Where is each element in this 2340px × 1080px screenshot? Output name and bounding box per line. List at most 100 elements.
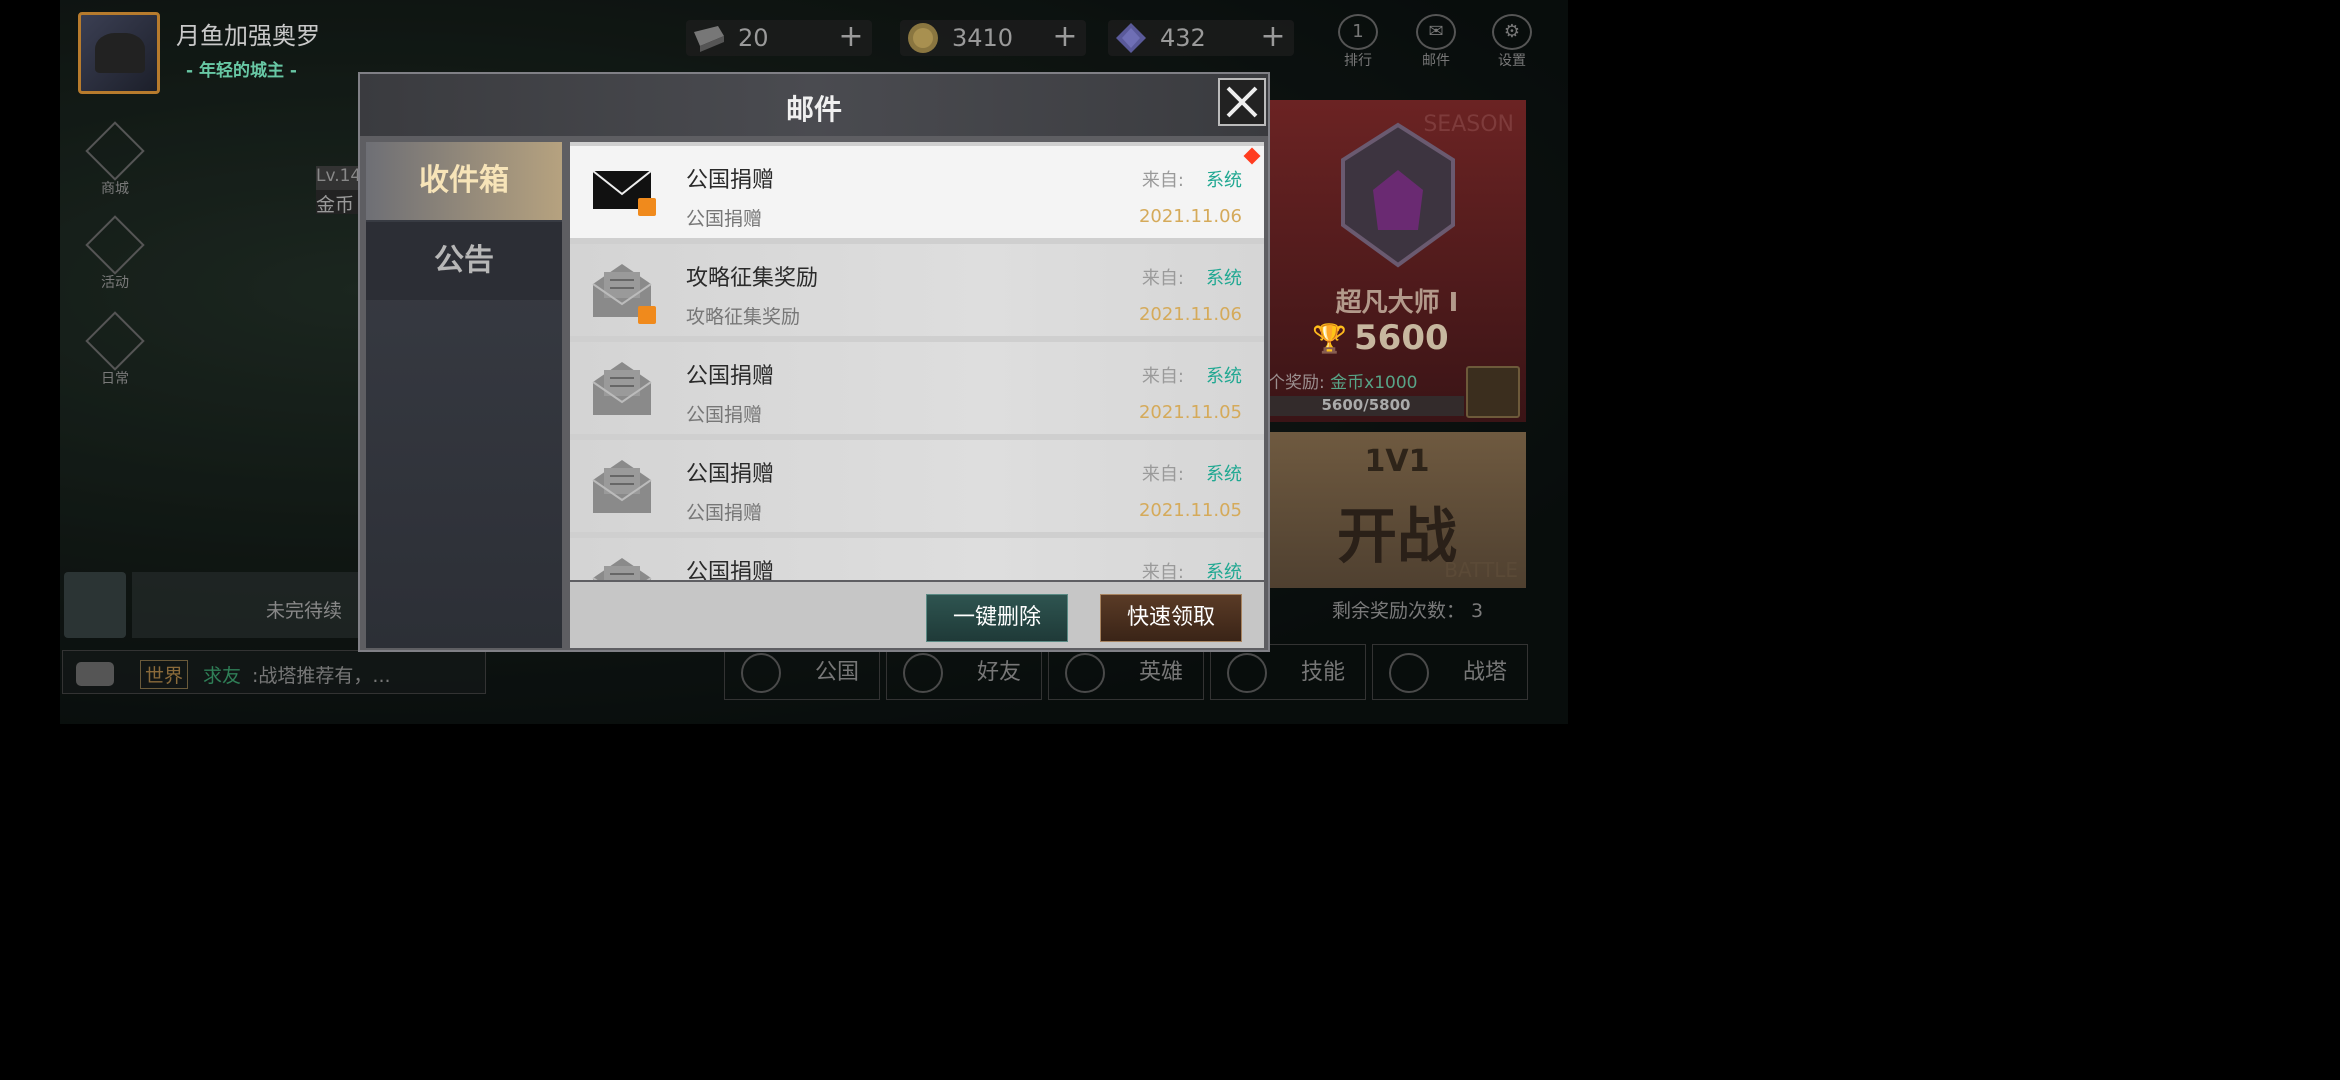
gold-label: 金币 [316,190,360,214]
player-avatar[interactable] [78,12,160,94]
tab-announcements[interactable]: 公告 [366,222,562,300]
mail-list[interactable]: 公国捐赠 公国捐赠 来自: 系统 2021.11.06 攻略征集奖励 攻略征集奖… [570,142,1264,580]
mail-info: 公国捐赠 公国捐赠 来自: 系统 2021.11.06 [676,146,1264,238]
task-text: 未完待续 [266,600,343,622]
mail-icon: ✉ [1416,14,1456,50]
shop-button[interactable]: 商城 [84,121,146,198]
mail-subtitle: 公国捐赠 [686,404,763,426]
close-icon [1226,86,1258,118]
mail-sender: 系统 [1206,562,1242,580]
season-progress: 5600/5800 [1268,396,1464,416]
skills-icon [1227,653,1267,693]
mail-from-label: 来自: [1141,562,1184,580]
mail-date: 2021.11.05 [1138,500,1242,521]
battle-mode: 1V1 [1364,444,1430,479]
activity-label: 活动 [101,275,129,291]
resource-gold: 3410 + [900,20,1086,56]
mail-item[interactable]: 公国捐赠 公国捐赠 来自: 系统 2021.11.05 [570,342,1264,434]
next-reward-value: 金币x1000 [1330,373,1418,393]
mail-subtitle: 公国捐赠 [686,502,763,524]
battle-button[interactable]: 1V1 开战 BATTLE [1268,432,1526,588]
mail-title: 公国捐赠 [686,560,775,580]
open-envelope-icon [592,460,652,513]
mail-sender: 系统 [1206,170,1242,191]
rank-icon: 1 [1338,14,1378,50]
mail-envelope [570,440,670,532]
add-diamond-button[interactable]: + [1258,22,1288,53]
activity-button[interactable]: 活动 [84,215,146,292]
tower-icon [1389,653,1429,693]
nav-friends-label: 好友 [976,660,1021,685]
rank-score: 5600 [1354,318,1449,358]
task-icon[interactable] [64,572,126,638]
nav-heroes-label: 英雄 [1138,660,1183,685]
next-reward: 个奖励: 金币x1000 [1268,368,1417,393]
mail-info: 公国捐赠 来自: 系统 [676,538,1264,580]
chat-user: 求友 [203,665,242,687]
rank-button[interactable]: 1 排行 [1330,14,1386,70]
mail-footer: 一键删除 快速领取 [570,582,1264,648]
shop-label: 商城 [101,181,129,197]
mail-button[interactable]: ✉ 邮件 [1408,14,1464,70]
mail-envelope [570,538,670,580]
next-reward-prefix: 个奖励: [1268,373,1331,393]
resource-diamond: 432 + [1108,20,1294,56]
reward-chest-icon[interactable] [1466,366,1520,418]
trophy-icon: 🏆 [1312,322,1347,355]
chat-icon[interactable] [76,662,114,686]
diamond-icon [1114,22,1148,54]
attachment-icon [638,306,656,324]
mail-title: 公国捐赠 [686,168,775,193]
chat-message: :战塔推荐有，... [252,665,391,687]
mail-from-label: 来自: [1141,366,1184,387]
gold-count: 3410 [952,24,1014,52]
mail-subtitle: 攻略征集奖励 [686,306,801,328]
delete-all-button[interactable]: 一键删除 [926,594,1068,642]
player-name: 月鱼加强奥罗 [176,22,320,50]
mail-envelope [570,342,670,434]
friends-icon [903,653,943,693]
settings-button[interactable]: ⚙ 设置 [1484,14,1540,70]
nav-guild-label: 公国 [814,660,859,685]
mail-item[interactable]: 攻略征集奖励 攻略征集奖励 来自: 系统 2021.11.06 [570,244,1264,336]
nav-tower-label: 战塔 [1462,660,1507,685]
mail-item[interactable]: 公国捐赠 公国捐赠 来自: 系统 2021.11.05 [570,440,1264,532]
mail-title: 攻略征集奖励 [686,266,819,291]
open-envelope-icon [592,558,652,580]
level-badge: Lv.14 [316,166,360,190]
tab-inbox[interactable]: 收件箱 [366,142,562,220]
settings-label: 设置 [1498,53,1526,69]
mail-from-label: 来自: [1141,170,1184,191]
add-ingot-button[interactable]: + [836,22,866,53]
daily-label: 日常 [101,371,129,387]
mail-info: 公国捐赠 公国捐赠 来自: 系统 2021.11.05 [676,342,1264,434]
shop-icon [85,121,145,181]
nav-friends[interactable]: 好友 [886,644,1042,700]
quick-claim-button[interactable]: 快速领取 [1100,594,1242,642]
ingot-icon [692,22,726,54]
settings-icon: ⚙ [1492,14,1532,50]
nav-skills-label: 技能 [1300,660,1345,685]
nav-heroes[interactable]: 英雄 [1048,644,1204,700]
add-gold-button[interactable]: + [1050,22,1080,53]
gold-coin-icon [906,22,940,54]
nav-skills[interactable]: 技能 [1210,644,1366,700]
attachment-icon [638,198,656,216]
nav-tower[interactable]: 战塔 [1372,644,1528,700]
daily-icon [85,311,145,371]
mail-item[interactable]: 公国捐赠 来自: 系统 [570,538,1264,580]
guild-icon [741,653,781,693]
rank-emblem-icon [1341,122,1455,268]
mail-dialog: 邮件 收件箱 公告 公国捐赠 公国捐赠 来自: 系统 2021.11.06 攻略… [358,72,1270,652]
mail-dialog-title: 邮件 [785,93,842,126]
daily-button[interactable]: 日常 [84,311,146,388]
ingot-count: 20 [738,24,769,52]
mail-item[interactable]: 公国捐赠 公国捐赠 来自: 系统 2021.11.06 [570,146,1264,238]
mail-title: 公国捐赠 [686,364,775,389]
nav-guild[interactable]: 公国 [724,644,880,700]
season-panel[interactable]: SEASON 超凡大师 Ⅰ 🏆 5600 个奖励: 金币x1000 5600/5… [1268,100,1526,422]
close-button[interactable] [1218,78,1266,126]
mail-sender: 系统 [1206,268,1242,289]
mail-date: 2021.11.06 [1138,206,1242,227]
resource-ingot: 20 + [686,20,872,56]
